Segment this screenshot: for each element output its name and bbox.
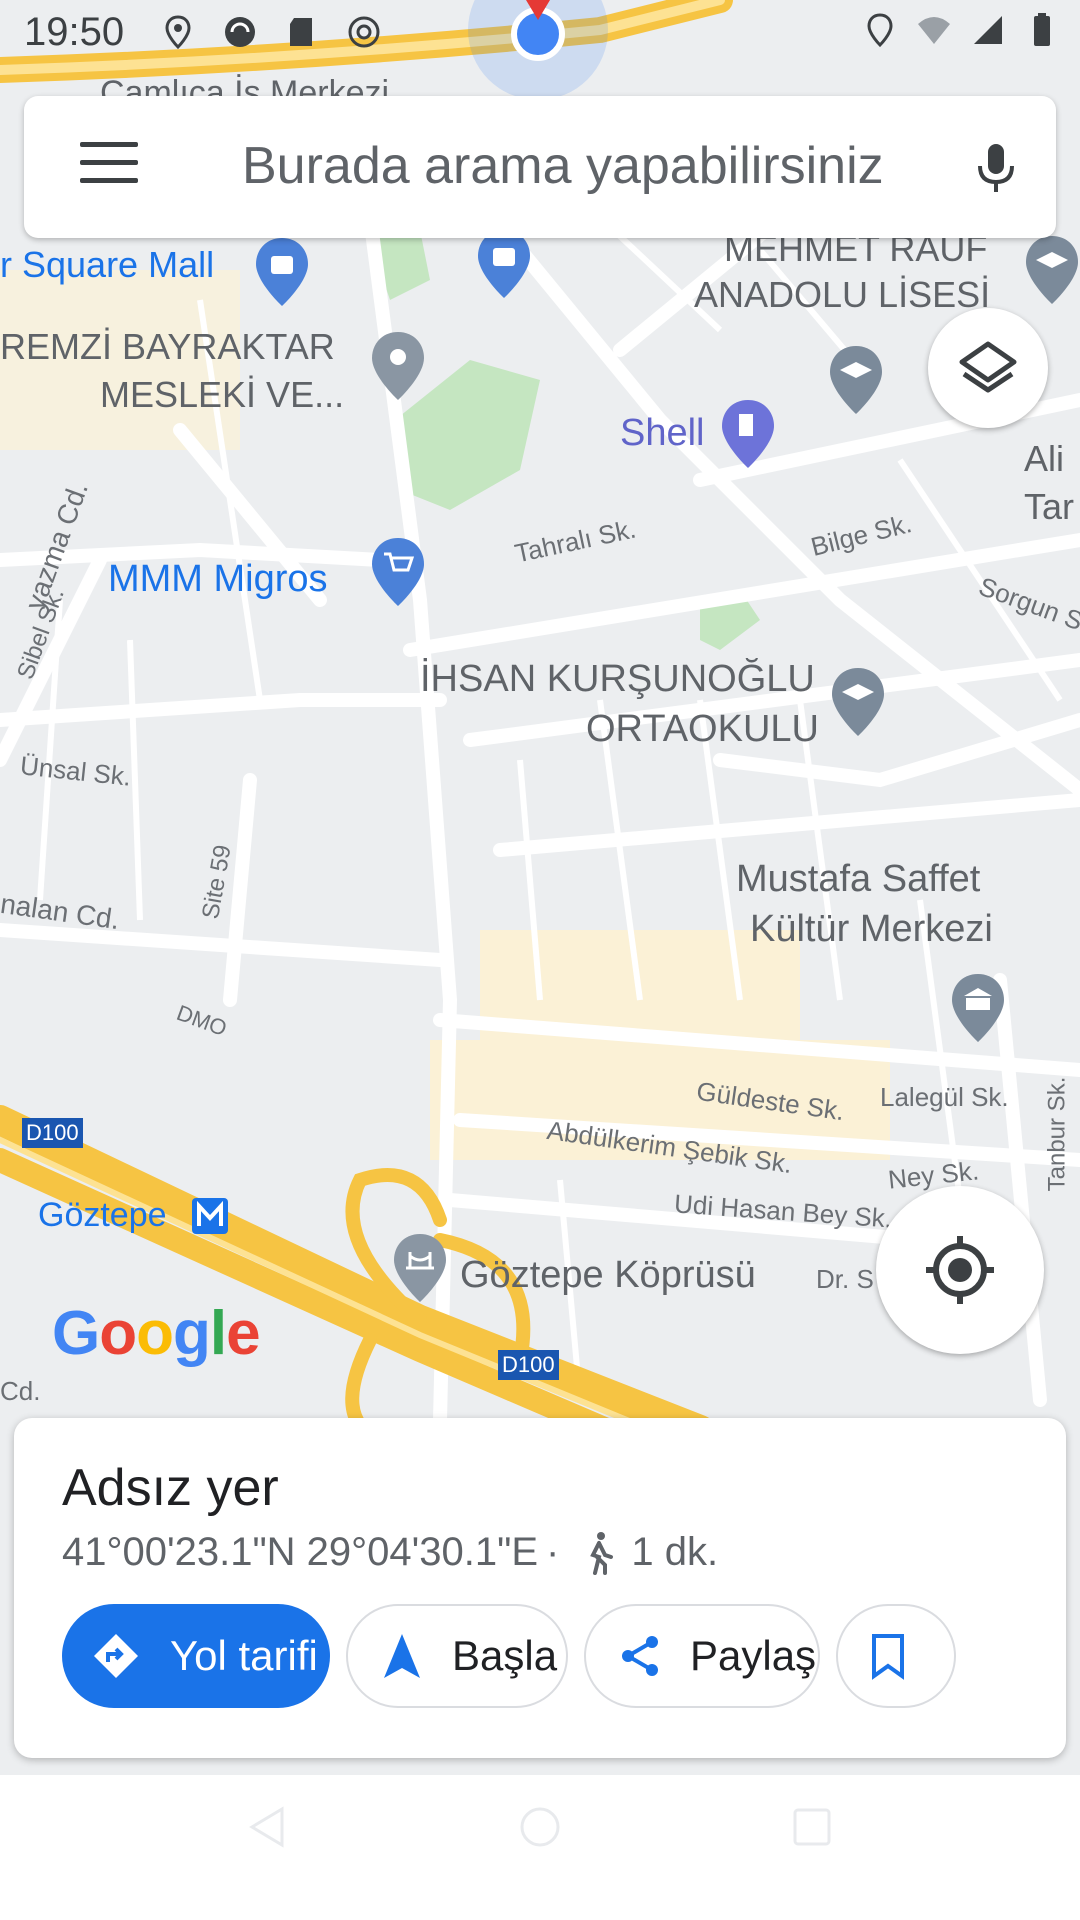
museum-pin-icon[interactable]	[950, 972, 1006, 1044]
map-label: Ali	[1024, 438, 1065, 479]
wifi-icon	[918, 17, 950, 44]
map-label: İHSAN KURŞUNOĞLU	[420, 658, 815, 700]
menu-icon[interactable]	[80, 142, 138, 192]
location-status-icon	[867, 13, 893, 48]
back-icon[interactable]	[246, 1805, 290, 1849]
map-label: REMZİ BAYRAKTAR	[0, 326, 335, 367]
location-status-icon	[165, 15, 191, 50]
school-pin-icon[interactable]	[1024, 234, 1080, 306]
directions-button[interactable]: Yol tarifi	[62, 1604, 330, 1708]
search-bar[interactable]	[24, 96, 1056, 238]
my-location-button[interactable]	[876, 1186, 1044, 1354]
navigation-arrow-icon	[384, 1634, 420, 1678]
sd-card-icon	[290, 18, 312, 46]
search-input[interactable]	[240, 130, 964, 202]
status-time: 19:50	[24, 10, 125, 54]
map-label: Kültür Merkezi	[750, 908, 993, 950]
battery-icon	[1034, 13, 1050, 46]
metro-icon	[192, 1198, 228, 1234]
share-button[interactable]: Paylaş	[584, 1604, 820, 1708]
place-sheet[interactable]: Adsız yer 41°00'23.1"N 29°04'30.1"E · 1 …	[14, 1418, 1066, 1758]
walk-time: 1 dk.	[631, 1530, 719, 1574]
start-label: Başla	[452, 1632, 558, 1679]
save-button[interactable]	[836, 1604, 956, 1708]
map-label: MMM Migros	[108, 558, 328, 600]
map-label: ORTAOKULU	[586, 708, 819, 750]
directions-icon	[94, 1634, 138, 1678]
walking-icon	[590, 1531, 614, 1575]
highway-shield: D100	[22, 1118, 83, 1148]
layers-button[interactable]	[928, 308, 1048, 428]
shopping-pin-icon[interactable]	[476, 228, 532, 300]
google-logo: Google	[52, 1299, 261, 1368]
map-label: Göztepe	[38, 1196, 167, 1234]
place-title: Adsız yer	[62, 1459, 279, 1517]
map-label: Göztepe Köprüsü	[460, 1254, 756, 1296]
map-label: Cd.	[0, 1376, 41, 1406]
system-nav-bar	[0, 1775, 1080, 1920]
recents-icon[interactable]	[790, 1805, 834, 1849]
place-subtitle: 41°00'23.1"N 29°04'30.1"E · 1 dk.	[62, 1530, 718, 1575]
map-label: Mustafa Saffet	[736, 858, 981, 900]
highway-shield: D100	[498, 1350, 559, 1380]
separator: ·	[546, 1530, 560, 1574]
share-icon	[622, 1636, 658, 1676]
shopping-cart-pin-icon[interactable]	[370, 536, 426, 608]
crosshair-icon	[926, 1236, 994, 1304]
home-icon[interactable]	[518, 1805, 562, 1849]
school-pin-icon[interactable]	[830, 666, 886, 738]
map-label: MESLEKİ VE...	[100, 374, 345, 415]
layers-icon	[959, 341, 1017, 393]
status-bar: 19:50	[0, 0, 1080, 72]
sync-status-icon	[225, 17, 255, 47]
bookmark-icon	[872, 1634, 904, 1680]
map-label: Shell	[620, 412, 705, 454]
school-pin-icon[interactable]	[828, 344, 884, 416]
microphone-icon[interactable]	[964, 136, 1028, 200]
map-label: r Square Mall	[0, 244, 215, 285]
at-sign-icon	[348, 16, 380, 48]
start-button[interactable]: Başla	[346, 1604, 568, 1708]
gas-station-pin-icon[interactable]	[720, 398, 776, 470]
signal-icon	[974, 16, 1002, 44]
place-pin-icon[interactable]	[370, 330, 426, 402]
share-label: Paylaş	[690, 1632, 817, 1679]
place-coordinates[interactable]: 41°00'23.1"N 29°04'30.1"E	[62, 1530, 538, 1575]
map-label: Dr. S	[816, 1264, 874, 1294]
map-label: Tar	[1024, 486, 1075, 527]
map-label: Tanbur Sk.	[1043, 1076, 1071, 1192]
directions-label: Yol tarifi	[170, 1632, 318, 1679]
bridge-pin-icon[interactable]	[392, 1232, 448, 1304]
map-label: Lalegül Sk.	[880, 1082, 1009, 1112]
shopping-pin-icon[interactable]	[254, 236, 310, 308]
